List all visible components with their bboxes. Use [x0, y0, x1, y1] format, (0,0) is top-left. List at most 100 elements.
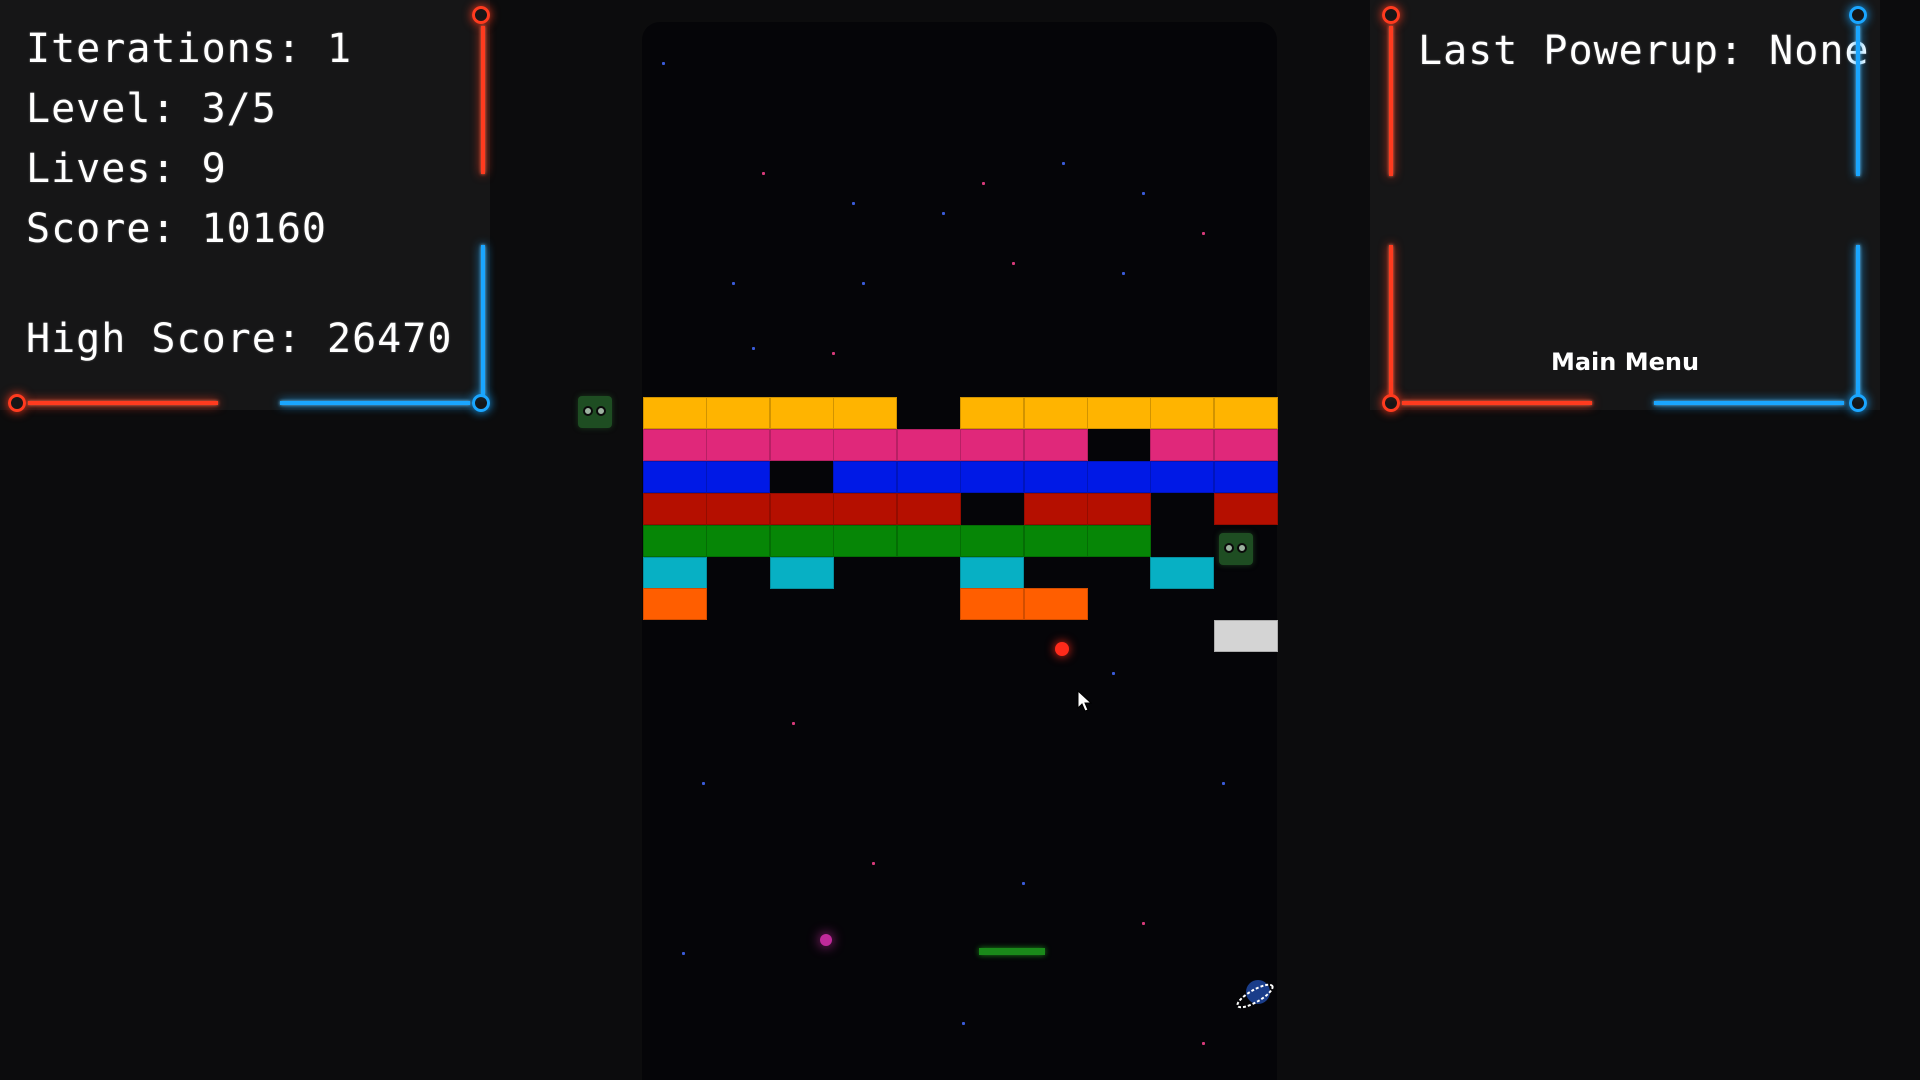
- brick-pink: [1214, 429, 1278, 461]
- cursor-icon: [1077, 690, 1093, 712]
- star: [752, 347, 755, 350]
- star: [1062, 162, 1065, 165]
- brick-orange: [960, 588, 1024, 620]
- star: [1142, 192, 1145, 195]
- enemy-creature-icon: [578, 396, 612, 428]
- brick-pink: [1024, 429, 1088, 461]
- brick-yellow: [1150, 397, 1214, 429]
- brick-blue: [1214, 461, 1278, 493]
- star: [1122, 272, 1125, 275]
- level-label: Level: 3/5: [26, 86, 277, 132]
- frame-node-icon: [472, 394, 490, 412]
- star: [662, 62, 665, 65]
- frame-node-icon: [8, 394, 26, 412]
- brick-red: [706, 493, 770, 525]
- paddle-icon[interactable]: [979, 948, 1045, 955]
- frame-line-blue: [481, 245, 485, 395]
- brick-pink: [643, 429, 707, 461]
- brick-blue: [1150, 461, 1214, 493]
- star: [852, 202, 855, 205]
- brick-yellow: [833, 397, 897, 429]
- brick-yellow: [1087, 397, 1151, 429]
- brick-pink: [833, 429, 897, 461]
- brick-yellow: [1024, 397, 1088, 429]
- star: [762, 172, 765, 175]
- brick-blue: [643, 461, 707, 493]
- frame-line-blue: [280, 401, 470, 405]
- star: [1142, 922, 1145, 925]
- star: [1112, 672, 1115, 675]
- brick-blue: [960, 461, 1024, 493]
- brick-white: [1214, 620, 1278, 652]
- frame-node-icon: [1382, 6, 1400, 24]
- frame-line-blue: [1856, 26, 1860, 176]
- brick-orange: [1024, 588, 1088, 620]
- planet-icon: [1236, 980, 1274, 1009]
- brick-cyan: [643, 557, 707, 589]
- star: [1202, 1042, 1205, 1045]
- brick-cyan: [770, 557, 834, 589]
- brick-red: [1024, 493, 1088, 525]
- brick-red: [833, 493, 897, 525]
- star: [862, 282, 865, 285]
- brick-pink: [706, 429, 770, 461]
- star: [732, 282, 735, 285]
- iterations-label: Iterations: 1: [26, 26, 353, 72]
- brick-red: [1087, 493, 1151, 525]
- brick-green: [643, 525, 707, 557]
- brick-yellow: [706, 397, 770, 429]
- brick-red: [643, 493, 707, 525]
- star: [1202, 232, 1205, 235]
- brick-pink: [1150, 429, 1214, 461]
- brick-green: [706, 525, 770, 557]
- brick-green: [1087, 525, 1151, 557]
- brick-yellow: [960, 397, 1024, 429]
- brick-red: [770, 493, 834, 525]
- enemy-creature-icon: [1219, 533, 1253, 565]
- glow-orb: [820, 934, 832, 946]
- frame-line-red: [1389, 26, 1393, 176]
- brick-green: [1024, 525, 1088, 557]
- star: [962, 1022, 965, 1025]
- brick-blue: [897, 461, 961, 493]
- brick-red: [1214, 493, 1278, 525]
- lives-label: Lives: 9: [26, 146, 227, 192]
- star: [682, 952, 685, 955]
- brick-blue: [1087, 461, 1151, 493]
- brick-green: [960, 525, 1024, 557]
- star: [1012, 262, 1015, 265]
- star: [942, 212, 945, 215]
- star: [792, 722, 795, 725]
- frame-line-red: [481, 26, 485, 174]
- brick-red: [897, 493, 961, 525]
- main-menu-button[interactable]: Main Menu: [1550, 345, 1700, 379]
- brick-yellow: [770, 397, 834, 429]
- star: [702, 782, 705, 785]
- brick-cyan: [1150, 557, 1214, 589]
- frame-node-icon: [472, 6, 490, 24]
- frame-line-blue: [1856, 245, 1860, 395]
- frame-line-red: [28, 401, 218, 405]
- brick-blue: [706, 461, 770, 493]
- star: [982, 182, 985, 185]
- frame-line-blue: [1654, 401, 1844, 405]
- brick-cyan: [960, 557, 1024, 589]
- frame-node-icon: [1849, 394, 1867, 412]
- star: [1222, 782, 1225, 785]
- brick-green: [770, 525, 834, 557]
- frame-node-icon: [1849, 6, 1867, 24]
- brick-yellow: [1214, 397, 1278, 429]
- high-score-label: High Score: 26470: [26, 316, 453, 362]
- score-label: Score: 10160: [26, 206, 327, 252]
- brick-blue: [1024, 461, 1088, 493]
- brick-pink: [897, 429, 961, 461]
- last-powerup-label: Last Powerup: None: [1418, 28, 1870, 74]
- star: [832, 352, 835, 355]
- brick-pink: [770, 429, 834, 461]
- brick-orange: [643, 588, 707, 620]
- frame-node-icon: [1382, 394, 1400, 412]
- star: [1022, 882, 1025, 885]
- star: [872, 862, 875, 865]
- frame-line-red: [1402, 401, 1592, 405]
- brick-blue: [833, 461, 897, 493]
